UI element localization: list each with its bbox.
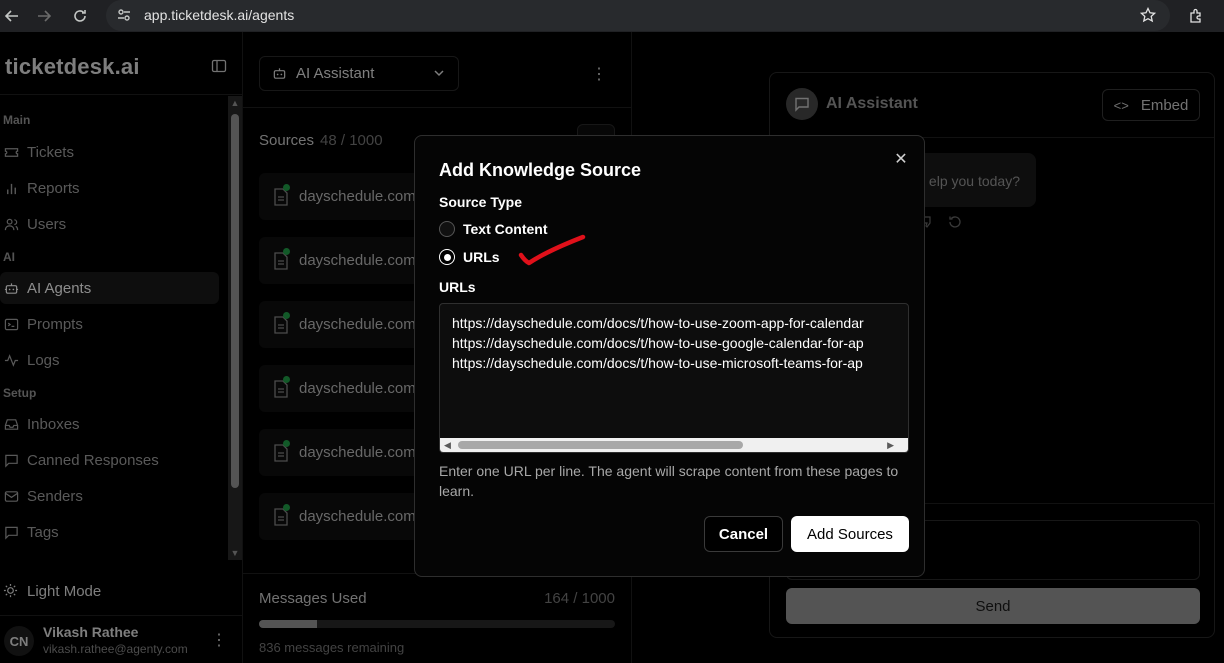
forward-arrow-icon[interactable] <box>34 6 54 26</box>
urls-hint: Enter one URL per line. The agent will s… <box>439 463 899 499</box>
browser-toolbar: app.ticketdesk.ai/agents <box>0 0 1224 32</box>
radio-button-selected[interactable] <box>439 249 455 265</box>
url-text: app.ticketdesk.ai/agents <box>144 7 295 23</box>
urls-textarea[interactable]: https://dayschedule.com/docs/t/how-to-us… <box>439 303 909 453</box>
radio-button[interactable] <box>439 221 455 237</box>
add-knowledge-source-dialog: Add Knowledge Source ✕ Source Type Text … <box>414 135 925 577</box>
url-line: https://dayschedule.com/docs/t/how-to-us… <box>452 355 863 371</box>
address-bar[interactable]: app.ticketdesk.ai/agents <box>106 0 1170 31</box>
scroll-left-arrow-icon[interactable]: ◀ <box>444 440 451 451</box>
radio-label: URLs <box>463 249 500 265</box>
textarea-horizontal-scrollbar[interactable]: ◀ ▶ <box>440 438 908 452</box>
add-sources-button[interactable]: Add Sources <box>791 516 909 552</box>
dialog-title: Add Knowledge Source <box>439 160 642 180</box>
urls-label: URLs <box>439 279 476 295</box>
bookmark-star-icon[interactable] <box>1139 6 1157 28</box>
extensions-icon[interactable] <box>1186 6 1206 26</box>
url-line: https://dayschedule.com/docs/t/how-to-us… <box>452 315 864 331</box>
scroll-right-arrow-icon[interactable]: ▶ <box>887 440 894 451</box>
close-icon[interactable]: ✕ <box>893 152 909 168</box>
red-checkmark-annotation <box>518 234 586 266</box>
radio-urls[interactable]: URLs <box>439 247 500 267</box>
back-arrow-icon[interactable] <box>2 6 22 26</box>
cancel-button[interactable]: Cancel <box>704 516 783 552</box>
url-line: https://dayschedule.com/docs/t/how-to-us… <box>452 335 864 351</box>
horizontal-scroll-thumb[interactable] <box>458 441 743 449</box>
reload-icon[interactable] <box>70 6 90 26</box>
site-settings-icon[interactable] <box>116 7 132 28</box>
source-type-label: Source Type <box>439 194 522 210</box>
